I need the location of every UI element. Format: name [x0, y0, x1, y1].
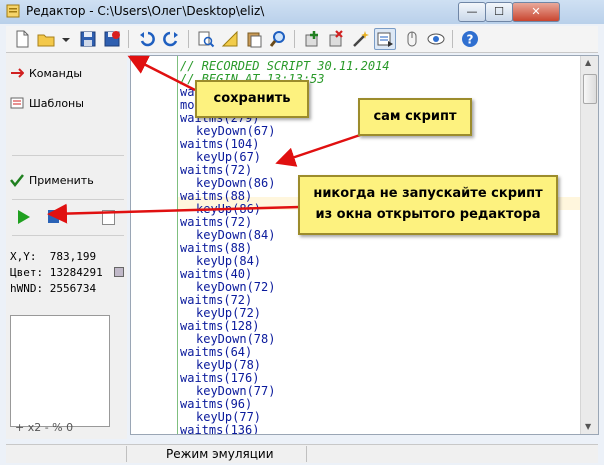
- find-icon[interactable]: [196, 29, 216, 49]
- scroll-thumb[interactable]: [583, 74, 597, 104]
- xy-label: X,Y:: [10, 250, 37, 263]
- apply-label: Применить: [29, 173, 94, 187]
- magic-icon[interactable]: [350, 29, 370, 49]
- title-bar: Редактор - C:\Users\Олег\Desktop\eliz\ —…: [0, 0, 604, 24]
- commands-icon: [11, 68, 24, 78]
- checkmark-icon: [10, 174, 24, 187]
- search-icon[interactable]: [268, 29, 288, 49]
- apply-button[interactable]: Применить: [10, 170, 94, 190]
- commands-label: Команды: [29, 66, 83, 80]
- toolbar-separator: [294, 30, 295, 48]
- status-bar: Режим эмуляции: [6, 444, 598, 463]
- toolbar-separator: [452, 30, 453, 48]
- scroll-down-icon[interactable]: ▼: [585, 422, 591, 431]
- toolbar-separator: [128, 30, 129, 48]
- warning-callout: никогда не запускайте скрипт из окна отк…: [298, 175, 558, 235]
- status-separator: [306, 446, 307, 462]
- ruler-icon[interactable]: [220, 29, 240, 49]
- warning-line-1: никогда не запускайте скрипт: [313, 186, 543, 201]
- add-icon[interactable]: [302, 29, 322, 49]
- close-button[interactable]: ✕: [512, 2, 560, 22]
- scroll-up-icon[interactable]: ▲: [585, 58, 591, 67]
- color-label: Цвет:: [10, 266, 44, 279]
- templates-button[interactable]: Шаблоны: [10, 93, 84, 113]
- zoom-preview: [10, 315, 110, 427]
- undo-icon[interactable]: [136, 29, 156, 49]
- code-line: waitms(136): [180, 423, 260, 435]
- mouse-icon[interactable]: [402, 29, 422, 49]
- toolbar: ?: [6, 26, 598, 53]
- emulation-mode-status: Режим эмуляции: [166, 447, 274, 461]
- redo-icon[interactable]: [162, 29, 182, 49]
- save-icon[interactable]: [78, 29, 98, 49]
- xy-value: 783,199: [49, 250, 97, 263]
- templates-label: Шаблоны: [29, 96, 84, 110]
- color-readout: Цвет: 13284291: [10, 266, 103, 279]
- app-icon: [6, 4, 20, 18]
- help-icon[interactable]: ?: [460, 29, 480, 49]
- script-callout: сам скрипт: [358, 98, 472, 136]
- xy-readout: X,Y: 783,199: [10, 250, 96, 263]
- vertical-scrollbar[interactable]: ▲ ▼: [580, 56, 598, 434]
- play-icon[interactable]: [18, 210, 30, 224]
- record-icon[interactable]: [374, 28, 396, 50]
- page-icon[interactable]: [102, 210, 115, 225]
- delete-icon[interactable]: [326, 29, 346, 49]
- save-as-icon[interactable]: [102, 29, 122, 49]
- hwnd-label: hWND:: [10, 282, 44, 295]
- line-number-gutter: [131, 56, 175, 434]
- zoom-controls[interactable]: + x2 - % 0: [15, 421, 73, 434]
- commands-button[interactable]: Команды: [10, 63, 82, 83]
- divider: [12, 155, 124, 156]
- new-file-icon[interactable]: [12, 29, 32, 49]
- color-swatch: [114, 267, 124, 277]
- dropdown-icon[interactable]: [56, 29, 70, 49]
- paste-icon[interactable]: [244, 29, 264, 49]
- hwnd-value: 2556734: [49, 282, 97, 295]
- divider: [12, 199, 124, 200]
- warning-line-2: из окна открытого редактора: [315, 207, 541, 222]
- divider: [12, 235, 124, 236]
- stop-icon[interactable]: [48, 210, 59, 223]
- gutter-divider: [177, 56, 178, 434]
- svg-text:?: ?: [467, 33, 474, 47]
- window-title: Редактор - C:\Users\Олег\Desktop\eliz\: [26, 4, 265, 18]
- open-folder-icon[interactable]: [36, 29, 56, 49]
- save-callout: сохранить: [195, 80, 309, 118]
- color-value: 13284291: [49, 266, 103, 279]
- minimize-button[interactable]: —: [458, 2, 486, 22]
- hwnd-readout: hWND: 2556734: [10, 282, 96, 295]
- status-separator: [126, 446, 127, 462]
- eye-icon[interactable]: [426, 29, 446, 49]
- templates-icon: [10, 97, 24, 109]
- toolbar-separator: [188, 30, 189, 48]
- left-panel: Команды Шаблоны Применить X,Y: 783,199 Ц…: [6, 53, 127, 439]
- maximize-button[interactable]: ☐: [485, 2, 513, 22]
